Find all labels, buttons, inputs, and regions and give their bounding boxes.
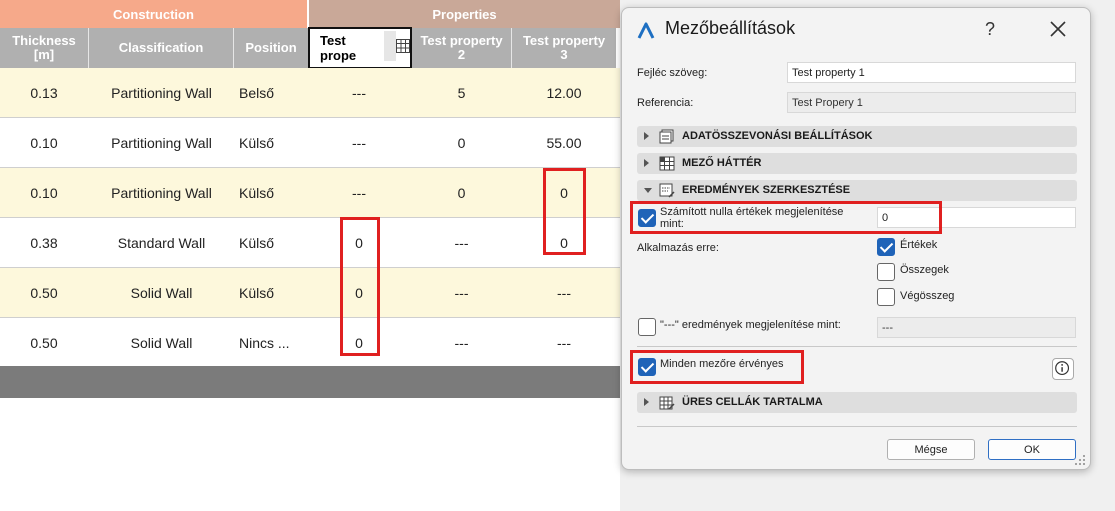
- cell-position: Külső: [239, 184, 275, 201]
- dash-results-field: ---: [877, 317, 1076, 338]
- section-title: EREDMÉNYEK SZERKESZTÉSE: [682, 184, 851, 196]
- cell-position: Külső: [239, 234, 275, 251]
- dash-results-checkbox[interactable]: [638, 318, 656, 336]
- column-header-test-property-3[interactable]: Test property 3: [512, 28, 616, 68]
- cell-classification: Solid Wall: [130, 284, 193, 301]
- cell-test-property-3: 12.00: [546, 84, 582, 101]
- table-footer-bar: [0, 366, 620, 398]
- cancel-button[interactable]: Mégse: [887, 439, 975, 460]
- cell-test-property-2: ---: [454, 284, 469, 301]
- table-row[interactable]: 0.38 Standard Wall Külső 0 --- 0: [0, 218, 620, 268]
- table-row[interactable]: 0.10 Partitioning Wall Külső --- 0 0: [0, 168, 620, 218]
- close-icon[interactable]: [1046, 17, 1070, 41]
- section-title: ADATÖSSZEVONÁSI BEÁLLÍTÁSOK: [682, 130, 873, 142]
- ok-button[interactable]: OK: [988, 439, 1076, 460]
- chevron-down-icon: [644, 188, 652, 193]
- header-edit-shade: [384, 31, 396, 61]
- grid-icon: [659, 156, 675, 171]
- highlight-box-test-property-1: [340, 217, 380, 356]
- edit-results-icon: [659, 183, 675, 198]
- cell-test-property-2: 0: [457, 184, 466, 201]
- cell-classification: Partitioning Wall: [111, 134, 212, 151]
- chevron-right-icon: [644, 398, 649, 406]
- section-title: MEZŐ HÁTTÉR: [682, 157, 762, 169]
- table-row[interactable]: 0.50 Solid Wall Külső 0 --- ---: [0, 268, 620, 318]
- cell-thickness: 0.50: [30, 334, 58, 351]
- section-empty-cells[interactable]: ÜRES CELLÁK TARTALMA: [637, 392, 1077, 413]
- cell-test-property-1: ---: [352, 84, 366, 101]
- cell-test-property-2: ---: [454, 234, 469, 251]
- column-header-classification[interactable]: Classification: [89, 28, 234, 68]
- field-settings-dialog: Mezőbeállítások ? Fejléc szöveg: Test pr…: [621, 7, 1091, 470]
- cell-test-property-2: ---: [454, 334, 469, 351]
- cell-position: Nincs ...: [239, 334, 290, 351]
- cell-test-property-2: 0: [457, 134, 466, 151]
- cell-test-property-3: 55.00: [546, 134, 582, 151]
- chevron-right-icon: [644, 159, 649, 167]
- highlight-box-show-zero: [630, 201, 942, 234]
- apply-sums-label: Összegek: [900, 264, 949, 276]
- chevron-right-icon: [644, 132, 649, 140]
- reference-label: Referencia:: [637, 97, 694, 109]
- apply-values-label: Értékek: [900, 239, 938, 251]
- apply-values-checkbox[interactable]: [877, 238, 895, 256]
- apply-sums-checkbox[interactable]: [877, 263, 895, 281]
- column-header-test-property-1-editing[interactable]: Test prope: [308, 27, 412, 69]
- table-row[interactable]: 0.50 Solid Wall Nincs ... 0 --- ---: [0, 318, 620, 368]
- dash-results-label: "---" eredmények megjelenítése mint:: [660, 319, 841, 331]
- header-text-label: Fejléc szöveg:: [637, 67, 708, 79]
- info-button[interactable]: [1052, 358, 1074, 380]
- cell-classification: Partitioning Wall: [111, 84, 212, 101]
- group-header-construction: Construction: [0, 0, 307, 28]
- cell-test-property-3: ---: [557, 334, 571, 351]
- cell-test-property-1: ---: [352, 184, 366, 201]
- archicad-logo-icon: [637, 22, 655, 39]
- dialog-title: Mezőbeállítások: [665, 18, 796, 38]
- apply-to-label: Alkalmazás erre:: [637, 242, 719, 254]
- cell-position: Külső: [239, 134, 275, 151]
- cell-thickness: 0.50: [30, 284, 58, 301]
- cell-thickness: 0.10: [30, 134, 58, 151]
- cell-thickness: 0.10: [30, 184, 58, 201]
- apply-total-label: Végösszeg: [900, 290, 955, 302]
- cell-classification: Solid Wall: [130, 334, 193, 351]
- cell-test-property-1: ---: [352, 134, 366, 151]
- cell-classification: Partitioning Wall: [111, 184, 212, 201]
- highlight-box-test-property-3: [543, 168, 586, 255]
- cell-thickness: 0.38: [30, 234, 58, 251]
- table-row[interactable]: 0.13 Partitioning Wall Belső --- 5 12.00: [0, 68, 620, 118]
- field-settings-icon[interactable]: [396, 39, 410, 53]
- column-header-thickness[interactable]: Thickness [m]: [0, 28, 89, 68]
- highlight-box-all-fields: [630, 350, 804, 384]
- empty-cells-icon: [659, 396, 675, 410]
- group-header-properties: Properties: [309, 0, 620, 28]
- section-data-settings[interactable]: ADATÖSSZEVONÁSI BEÁLLÍTÁSOK: [637, 126, 1077, 147]
- cell-test-property-3: ---: [557, 284, 571, 301]
- cell-thickness: 0.13: [30, 84, 58, 101]
- info-icon: [1055, 361, 1070, 376]
- header-text-field[interactable]: Test property 1: [787, 62, 1076, 83]
- section-title: ÜRES CELLÁK TARTALMA: [682, 396, 823, 408]
- cell-test-property-2: 5: [457, 84, 466, 101]
- reference-field: Test Propery 1: [787, 92, 1076, 113]
- section-field-background[interactable]: MEZŐ HÁTTÉR: [637, 153, 1077, 174]
- header-edit-text[interactable]: Test prope: [320, 33, 380, 63]
- cell-position: Külső: [239, 284, 275, 301]
- table-row[interactable]: 0.10 Partitioning Wall Külső --- 0 55.00: [0, 118, 620, 168]
- divider: [637, 346, 1077, 347]
- section-results-editing[interactable]: EREDMÉNYEK SZERKESZTÉSE: [637, 180, 1077, 201]
- cell-classification: Standard Wall: [117, 234, 206, 251]
- column-header-test-property-2[interactable]: Test property 2: [412, 28, 512, 68]
- column-header-position[interactable]: Position: [234, 28, 308, 68]
- data-aggregation-icon: [659, 129, 674, 144]
- cell-position: Belső: [239, 84, 275, 101]
- help-button[interactable]: ?: [978, 16, 1002, 42]
- apply-total-checkbox[interactable]: [877, 288, 895, 306]
- divider: [637, 426, 1077, 427]
- schedule-table: Construction Properties Thickness [m] Cl…: [0, 0, 620, 511]
- resize-grip-icon[interactable]: [1074, 454, 1086, 466]
